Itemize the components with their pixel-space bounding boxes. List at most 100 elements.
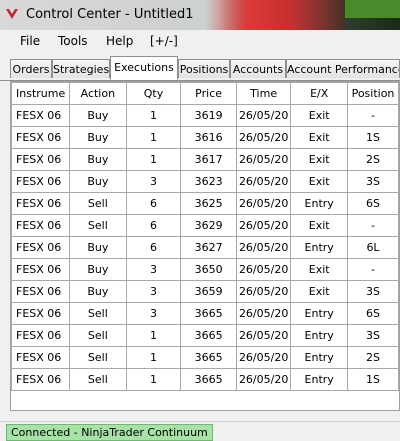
tab-strategies[interactable]: Strategies (52, 59, 110, 78)
cell-instrument: FESX 06 (11, 170, 70, 193)
tab-orders[interactable]: Orders (10, 59, 52, 78)
executions-grid[interactable]: Instrume Action Qty Price Time E/X Posit… (10, 81, 400, 411)
tab-account-performance[interactable]: Account Performance (286, 59, 400, 78)
column-header-qty[interactable]: Qty (125, 82, 182, 105)
cell-instrument: FESX 06 (11, 214, 70, 237)
cell-time: 26/05/20 (235, 236, 292, 259)
executions-table-body: FESX 06 Buy 1 3619 26/05/20 Exit - FESX 06 Buy 1 3… (11, 104, 399, 391)
cell-instrument: FESX 06 (11, 236, 70, 259)
cell-action: Buy (68, 148, 127, 171)
column-header-action[interactable]: Action (68, 82, 127, 105)
tab-executions[interactable]: Executions (110, 56, 178, 80)
cell-price: 3619 (180, 104, 237, 127)
table-row[interactable]: FESX 06 Sell 6 3629 26/05/20 Exit - (11, 214, 399, 237)
column-header-time[interactable]: Time (235, 82, 292, 105)
menu-expand-collapse[interactable]: [+/-] (150, 34, 178, 48)
cell-qty: 3 (125, 170, 182, 193)
cell-action: Buy (68, 236, 127, 259)
cell-qty: 6 (125, 214, 182, 237)
cell-entry-exit: Exit (290, 104, 349, 127)
cell-position: 3S (347, 280, 399, 303)
cell-price: 3659 (180, 280, 237, 303)
cell-instrument: FESX 06 (11, 302, 70, 325)
table-row[interactable]: FESX 06 Buy 6 3627 26/05/20 Entry 6L (11, 236, 399, 259)
cell-time: 26/05/20 (235, 170, 292, 193)
cell-entry-exit: Entry (290, 368, 349, 391)
menu-bar: File Tools Help [+/-] (0, 30, 400, 55)
cell-price: 3617 (180, 148, 237, 171)
cell-position: 3S (347, 170, 399, 193)
cell-entry-exit: Exit (290, 258, 349, 281)
title-bar: Control Center - Untitled1 (0, 0, 400, 30)
cell-qty: 1 (125, 368, 182, 391)
cell-action: Sell (68, 324, 127, 347)
cell-qty: 3 (125, 280, 182, 303)
table-row[interactable]: FESX 06 Buy 3 3659 26/05/20 Exit 3S (11, 280, 399, 303)
table-row[interactable]: FESX 06 Buy 1 3619 26/05/20 Exit - (11, 104, 399, 127)
cell-instrument: FESX 06 (11, 324, 70, 347)
cell-price: 3627 (180, 236, 237, 259)
cell-time: 26/05/20 (235, 280, 292, 303)
tab-positions[interactable]: Positions (178, 59, 230, 78)
cell-price: 3665 (180, 302, 237, 325)
cell-time: 26/05/20 (235, 192, 292, 215)
cell-qty: 3 (125, 302, 182, 325)
table-row[interactable]: FESX 06 Sell 6 3625 26/05/20 Entry 6S (11, 192, 399, 215)
cell-price: 3665 (180, 346, 237, 369)
cell-qty: 6 (125, 192, 182, 215)
menu-help[interactable]: Help (106, 34, 133, 48)
cell-entry-exit: Entry (290, 236, 349, 259)
cell-position: - (347, 258, 399, 281)
cell-position: 6L (347, 236, 399, 259)
cell-instrument: FESX 06 (11, 192, 70, 215)
cell-qty: 1 (125, 126, 182, 149)
table-row[interactable]: FESX 06 Buy 1 3616 26/05/20 Exit 1S (11, 126, 399, 149)
status-bar: Connected - NinjaTrader Continuum (0, 421, 400, 441)
cell-price: 3629 (180, 214, 237, 237)
cell-position: - (347, 104, 399, 127)
desktop-background (205, 0, 345, 30)
cell-entry-exit: Exit (290, 126, 349, 149)
cell-instrument: FESX 06 (11, 148, 70, 171)
table-header-row: Instrume Action Qty Price Time E/X Posit… (11, 82, 399, 105)
cell-time: 26/05/20 (235, 324, 292, 347)
ninjatrader-app-icon[interactable] (5, 7, 19, 21)
cell-position: 1S (347, 368, 399, 391)
connection-status[interactable]: Connected - NinjaTrader Continuum (6, 424, 213, 441)
cell-action: Buy (68, 258, 127, 281)
column-header-entry-exit[interactable]: E/X (290, 82, 349, 105)
cell-time: 26/05/20 (235, 258, 292, 281)
column-header-instrument[interactable]: Instrume (11, 82, 70, 105)
cell-qty: 3 (125, 258, 182, 281)
column-header-price[interactable]: Price (180, 82, 237, 105)
cell-time: 26/05/20 (235, 214, 292, 237)
cell-entry-exit: Exit (290, 280, 349, 303)
column-header-position[interactable]: Position (347, 82, 399, 105)
table-row[interactable]: FESX 06 Buy 3 3650 26/05/20 Exit - (11, 258, 399, 281)
table-row[interactable]: FESX 06 Buy 1 3617 26/05/20 Exit 2S (11, 148, 399, 171)
table-row[interactable]: FESX 06 Buy 3 3623 26/05/20 Exit 3S (11, 170, 399, 193)
cell-position: 3S (347, 324, 399, 347)
table-row[interactable]: FESX 06 Sell 3 3665 26/05/20 Entry 6S (11, 302, 399, 325)
table-row[interactable]: FESX 06 Sell 1 3665 26/05/20 Entry 1S (11, 368, 399, 391)
cell-qty: 1 (125, 104, 182, 127)
cell-action: Buy (68, 104, 127, 127)
cell-position: 2S (347, 346, 399, 369)
executions-table: Instrume Action Qty Price Time E/X Posit… (11, 82, 399, 391)
table-row[interactable]: FESX 06 Sell 1 3665 26/05/20 Entry 2S (11, 346, 399, 369)
cell-instrument: FESX 06 (11, 368, 70, 391)
cell-time: 26/05/20 (235, 126, 292, 149)
menu-file[interactable]: File (20, 34, 40, 48)
cell-instrument: FESX 06 (11, 126, 70, 149)
menu-tools[interactable]: Tools (58, 34, 88, 48)
cell-qty: 6 (125, 236, 182, 259)
cell-qty: 1 (125, 346, 182, 369)
cell-action: Buy (68, 126, 127, 149)
tab-accounts[interactable]: Accounts (230, 59, 286, 78)
cell-entry-exit: Entry (290, 324, 349, 347)
cell-entry-exit: Entry (290, 192, 349, 215)
cell-instrument: FESX 06 (11, 258, 70, 281)
cell-action: Buy (68, 280, 127, 303)
cell-action: Sell (68, 192, 127, 215)
table-row[interactable]: FESX 06 Sell 1 3665 26/05/20 Entry 3S (11, 324, 399, 347)
